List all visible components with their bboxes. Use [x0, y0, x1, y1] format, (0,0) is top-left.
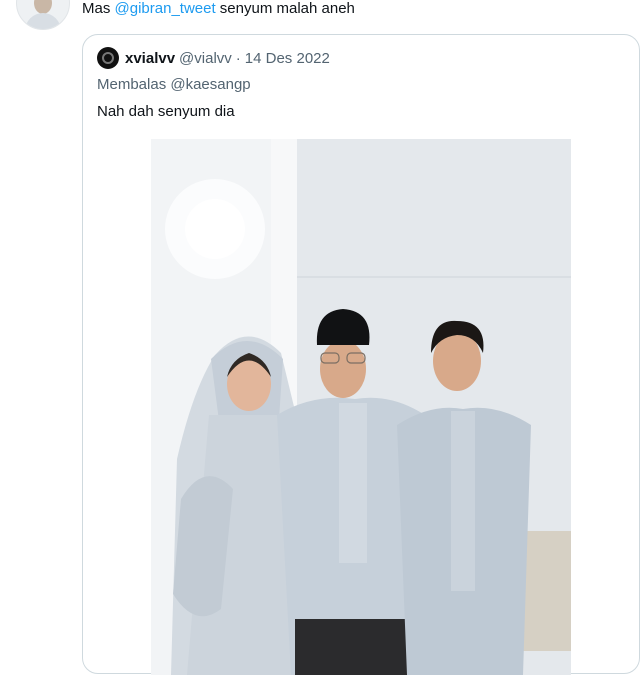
quoted-author-handle[interactable]: @vialvv	[179, 50, 232, 67]
quoted-tweet-card[interactable]: xvialvv @vialvv · 14 Des 2022 Membalas @…	[82, 34, 640, 675]
avatar-logo-icon	[102, 52, 114, 64]
reply-text-suffix: senyum malah aneh	[215, 0, 355, 17]
quoted-author-avatar[interactable]	[97, 47, 119, 69]
mention-link[interactable]: @gibran_tweet	[115, 0, 216, 17]
quoted-tweet-header: xvialvv @vialvv · 14 Des 2022	[97, 47, 330, 69]
replying-to-line: Membalas @kaesangp	[97, 76, 251, 93]
reply-author-avatar[interactable]	[16, 0, 70, 30]
quoted-tweet-text: Nah dah senyum dia	[97, 103, 235, 120]
avatar-shoulders	[25, 13, 61, 29]
quoted-tweet-date[interactable]: 14 Des 2022	[245, 50, 330, 67]
reply-text-prefix: Mas	[82, 0, 115, 17]
avatar-head	[34, 0, 52, 14]
quoted-author-name[interactable]: xvialvv	[125, 50, 175, 67]
header-separator: ·	[235, 49, 241, 67]
quoted-tweet-photo[interactable]	[151, 139, 571, 675]
reply-tweet-text: Mas @gibran_tweet senyum malah aneh	[82, 0, 355, 18]
